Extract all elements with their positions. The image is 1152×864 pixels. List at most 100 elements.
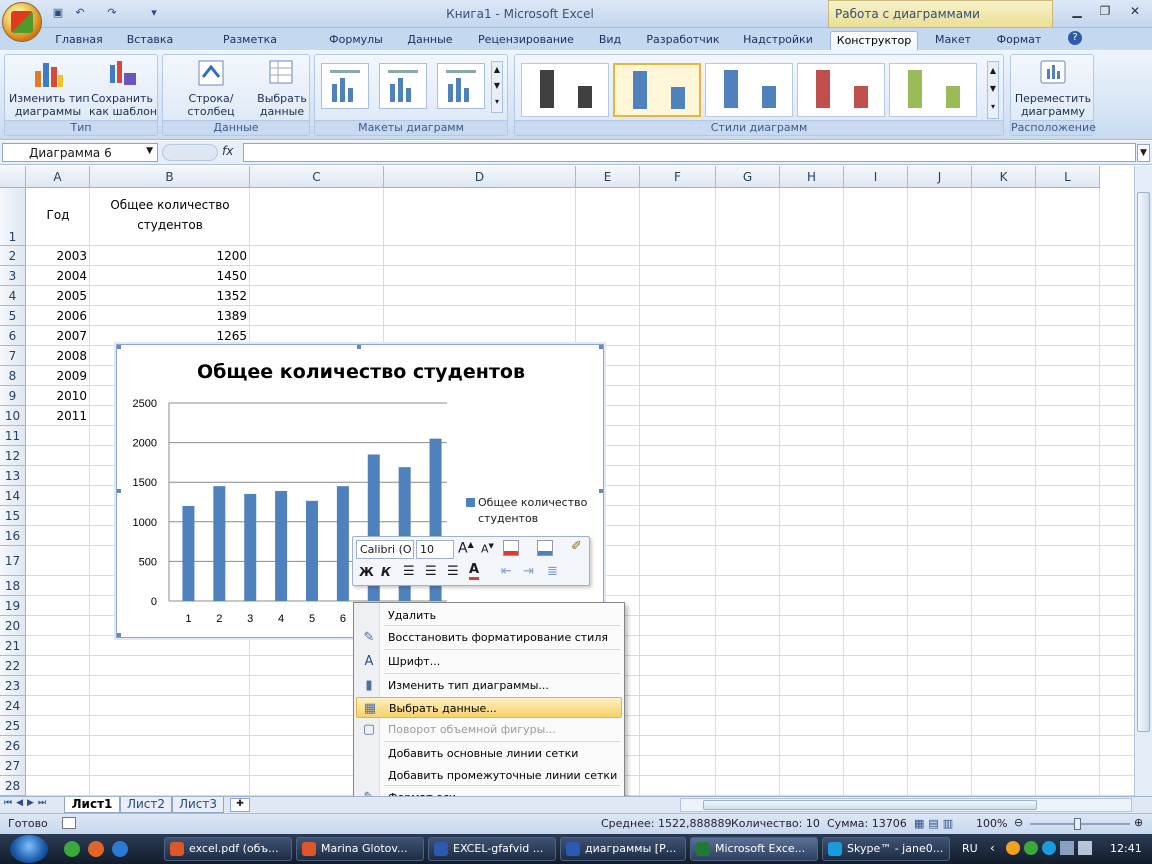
context-menu-item-2[interactable]: ✎ Восстановить форматирование стиля — [356, 627, 622, 648]
cell-year[interactable]: 2009 — [26, 369, 87, 383]
context-menu-item-1[interactable]: Удалить — [356, 605, 622, 626]
cell-year[interactable]: 2005 — [26, 289, 87, 303]
tab-9[interactable]: Надстройки — [738, 31, 818, 50]
row-header-2[interactable]: 2 — [0, 246, 26, 266]
cell-B1-line1[interactable]: Общее количество — [90, 198, 250, 212]
chart-plot[interactable]: 05001000150020002500123456789 — [117, 345, 605, 639]
bold-button[interactable]: Ж — [359, 565, 374, 579]
name-box[interactable]: Диаграмма 6 ▼ — [2, 143, 158, 162]
close-icon[interactable]: ✕ — [1124, 4, 1146, 22]
increase-indent-icon[interactable]: ⇥ — [523, 564, 534, 579]
zoom-slider[interactable] — [1030, 818, 1130, 830]
row-header-10[interactable]: 10 — [0, 406, 26, 426]
column-header-J[interactable]: J — [908, 166, 972, 188]
horizontal-scrollbar[interactable] — [680, 798, 1132, 812]
tray-skype-icon[interactable] — [1042, 841, 1056, 855]
select-data-button[interactable]: Выбрать данные — [257, 57, 307, 118]
row-header-24[interactable]: 24 — [0, 696, 26, 716]
align-left-icon[interactable]: ☰ — [403, 564, 415, 579]
format-painter-icon[interactable]: ✐ — [571, 539, 582, 554]
row-header-6[interactable]: 6 — [0, 326, 26, 346]
cell-count[interactable]: 1352 — [90, 289, 247, 303]
context-menu-item-3[interactable]: A Шрифт... — [356, 651, 622, 672]
row-header-5[interactable]: 5 — [0, 306, 26, 326]
chart-layout-2[interactable] — [379, 63, 427, 109]
cell-year[interactable]: 2007 — [26, 329, 87, 343]
firefox-icon[interactable] — [88, 841, 104, 857]
expand-formula-bar-icon[interactable]: ▼ — [1137, 144, 1150, 162]
column-header-B[interactable]: B — [90, 166, 250, 188]
bar[interactable] — [306, 500, 318, 601]
chart-resize-handle[interactable] — [117, 633, 121, 637]
cell-count[interactable]: 1265 — [90, 329, 247, 343]
column-header-L[interactable]: L — [1036, 166, 1100, 188]
chart-layout-1[interactable] — [321, 63, 369, 109]
context-menu-item-7[interactable]: Добавить основные линии сетки — [356, 743, 622, 764]
zoom-out-icon[interactable]: ⊖ — [1014, 816, 1023, 829]
tab-3[interactable]: Разметка страницы — [194, 31, 306, 63]
chart-style-1[interactable] — [521, 63, 609, 117]
zoom-slider-thumb[interactable] — [1074, 818, 1081, 830]
minimize-icon[interactable]: ▁ — [1066, 4, 1088, 22]
bar[interactable] — [244, 493, 257, 601]
row-header-18[interactable]: 18 — [0, 576, 26, 596]
row-header-15[interactable]: 15 — [0, 506, 26, 526]
insert-function-icon[interactable]: fx — [222, 144, 233, 158]
row-header-9[interactable]: 9 — [0, 386, 26, 406]
row-header-11[interactable]: 11 — [0, 426, 26, 446]
tab-11[interactable]: Макет — [928, 31, 978, 50]
cell-year[interactable]: 2010 — [26, 389, 87, 403]
context-menu-item-8[interactable]: Добавить промежуточные линии сетки — [356, 765, 622, 786]
insert-sheet-icon[interactable]: ✚ — [230, 798, 250, 812]
column-header-A[interactable]: A — [26, 166, 90, 188]
cell-year[interactable]: 2006 — [26, 309, 87, 323]
start-button[interactable] — [10, 835, 48, 863]
tab-12[interactable]: Формат — [990, 31, 1048, 50]
chart-resize-handle[interactable] — [357, 345, 361, 349]
row-header-23[interactable]: 23 — [0, 676, 26, 696]
vertical-scrollbar[interactable] — [1134, 166, 1152, 796]
chart-style-3[interactable] — [705, 63, 793, 117]
taskbar-button-6[interactable]: Skype™ - jane0... — [822, 837, 950, 861]
language-indicator[interactable]: RU — [962, 842, 978, 855]
row-header-17[interactable]: 17 — [0, 546, 26, 576]
row-header-16[interactable]: 16 — [0, 526, 26, 546]
chart-style-4[interactable] — [797, 63, 885, 117]
column-header-G[interactable]: G — [716, 166, 780, 188]
taskbar-button-1[interactable]: excel.pdf (объ... — [164, 837, 292, 861]
cell-year[interactable]: 2004 — [26, 269, 87, 283]
chart-layout-3[interactable] — [437, 63, 485, 109]
chart-style-5[interactable] — [889, 63, 977, 117]
grow-font-icon[interactable]: A▲ — [458, 540, 474, 557]
tab-10[interactable]: Конструктор — [830, 31, 918, 50]
zoom-in-icon[interactable]: ⊕ — [1134, 816, 1143, 829]
formula-input[interactable] — [243, 143, 1136, 162]
row-header-3[interactable]: 3 — [0, 266, 26, 286]
tray-app-icon-1[interactable] — [1006, 841, 1020, 855]
tray-volume-icon[interactable] — [1078, 841, 1092, 855]
row-header-27[interactable]: 27 — [0, 756, 26, 776]
font-name-box[interactable]: Calibri (О — [356, 540, 414, 559]
column-header-H[interactable]: H — [780, 166, 844, 188]
chart-object[interactable]: Общее количество студентов 0 500 1000 1500 2… — [116, 344, 604, 638]
sheet-tab-1[interactable]: Лист1 — [64, 797, 120, 813]
taskbar-button-5[interactable]: Microsoft Exce... — [690, 837, 818, 861]
align-right-icon[interactable]: ☰ — [447, 564, 459, 579]
column-header-I[interactable]: I — [844, 166, 908, 188]
cell-A1[interactable]: Год — [26, 208, 90, 222]
sheet-tab-3[interactable]: Лист3 — [172, 797, 224, 813]
row-header-12[interactable]: 12 — [0, 446, 26, 466]
row-header-19[interactable]: 19 — [0, 596, 26, 616]
cell-count[interactable]: 1200 — [90, 249, 247, 263]
bar[interactable] — [275, 490, 288, 601]
ie-icon[interactable] — [112, 841, 128, 857]
chart-resize-handle[interactable] — [599, 345, 603, 349]
row-header-20[interactable]: 20 — [0, 616, 26, 636]
bar[interactable] — [182, 505, 195, 601]
column-header-K[interactable]: K — [972, 166, 1036, 188]
tray-network-icon[interactable] — [1060, 841, 1074, 855]
column-header-C[interactable]: C — [250, 166, 384, 188]
italic-button[interactable]: К — [381, 565, 391, 579]
macro-record-icon[interactable] — [62, 817, 76, 829]
clock[interactable]: 12:41 — [1110, 842, 1142, 855]
